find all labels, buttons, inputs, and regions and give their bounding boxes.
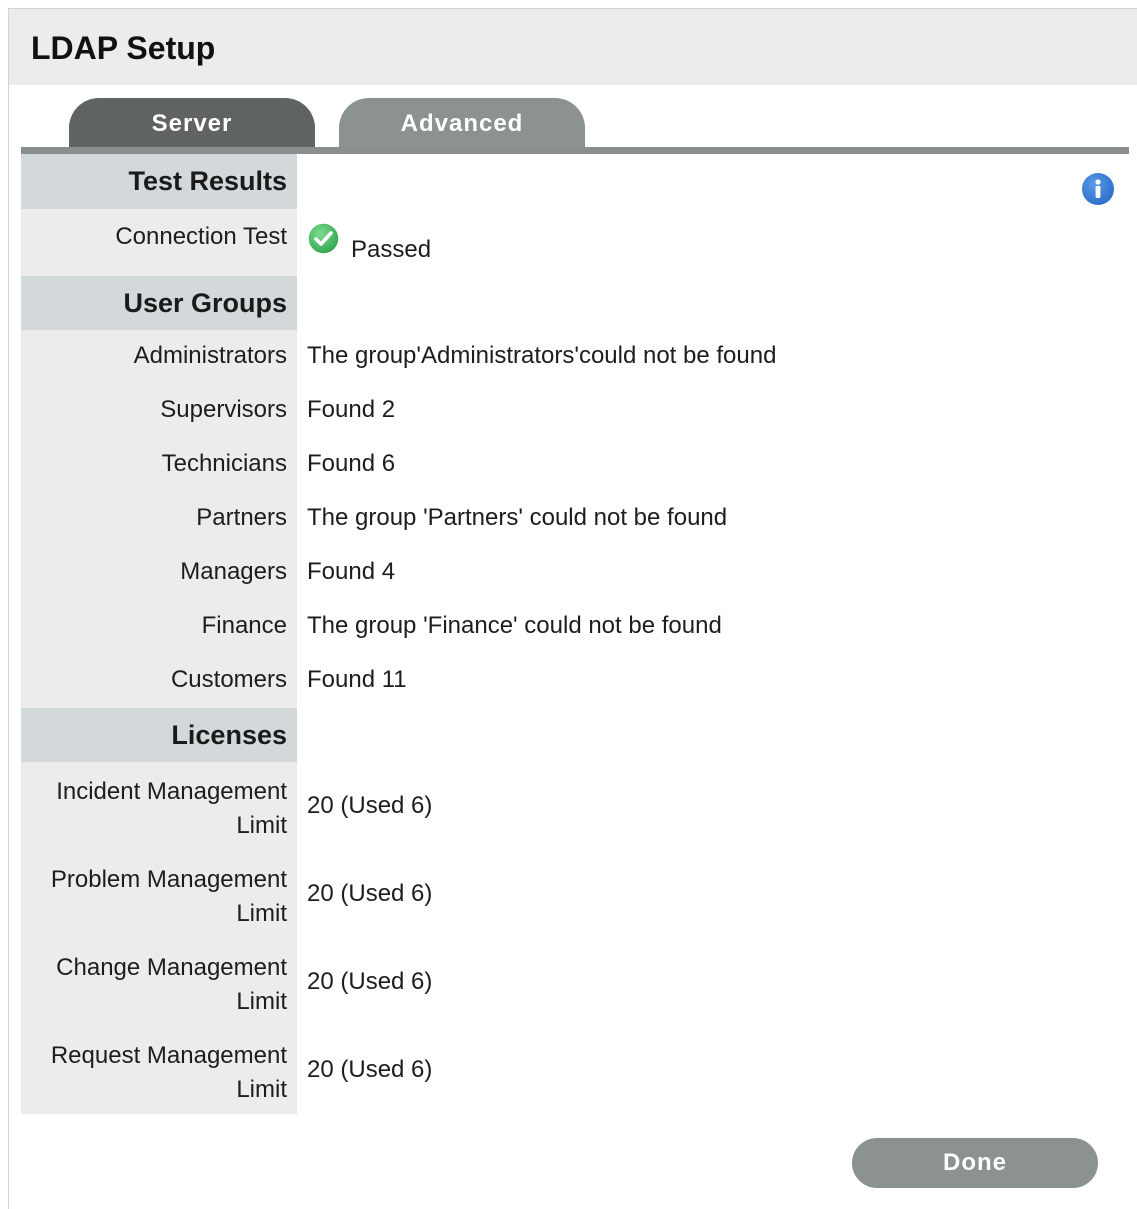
field-label-line: Limit: [236, 812, 287, 839]
field-label: Finance: [21, 600, 297, 654]
row-connection-test: Connection Test Passed: [21, 209, 1121, 276]
field-value: 20 (Used 6): [307, 792, 433, 819]
field-label: Administrators: [21, 330, 297, 384]
field-value: 20 (Used 6): [307, 880, 433, 907]
section-user-groups: User Groups: [21, 276, 1121, 330]
row-license-limit: Problem Management Limit 20 (Used 6): [21, 850, 1121, 938]
page-header: LDAP Setup: [9, 9, 1137, 85]
field-value: Found 4: [307, 558, 396, 585]
row-user-group: Technicians Found 6: [21, 438, 1121, 492]
field-value: 20 (Used 6): [307, 1056, 433, 1083]
section-test-results: Test Results: [21, 154, 1121, 209]
field-label: Supervisors: [21, 384, 297, 438]
field-label: Partners: [21, 492, 297, 546]
section-heading: Licenses: [21, 708, 297, 762]
field-label-line: Limit: [236, 900, 287, 927]
row-user-group: Partners The group 'Partners' could not …: [21, 492, 1121, 546]
field-label-line: Limit: [236, 1076, 287, 1103]
field-value: The group 'Partners' could not be found: [307, 504, 728, 531]
field-value: Found 2: [307, 396, 396, 423]
tab-advanced[interactable]: Advanced: [339, 98, 585, 148]
row-user-group: Administrators The group'Administrators'…: [21, 330, 1121, 384]
row-license-limit: Change Management Limit 20 (Used 6): [21, 938, 1121, 1026]
row-user-group: Managers Found 4: [21, 546, 1121, 600]
field-label-line: Incident Management: [56, 778, 287, 805]
row-user-group: Supervisors Found 2: [21, 384, 1121, 438]
done-button[interactable]: Done: [852, 1138, 1098, 1188]
page-title: LDAP Setup: [31, 30, 216, 66]
field-label: Incident Management Limit: [21, 762, 297, 850]
section-licenses: Licenses: [21, 708, 1121, 762]
field-label-line: Change Management: [56, 954, 287, 981]
field-label: Customers: [21, 654, 297, 708]
field-label-line: Limit: [236, 988, 287, 1015]
section-heading: Test Results: [21, 154, 297, 209]
section-heading: User Groups: [21, 276, 297, 330]
ldap-setup-panel: LDAP Setup Server Advanced Test Results …: [8, 8, 1137, 1209]
results-form: Test Results Connection Test Passed User…: [21, 154, 1121, 1114]
field-label: Change Management Limit: [21, 938, 297, 1026]
field-value: The group'Administrators'could not be fo…: [307, 342, 777, 369]
field-label: Managers: [21, 546, 297, 600]
field-label-line: Problem Management: [50, 866, 287, 893]
field-label-line: Request Management: [50, 1042, 287, 1069]
tab-underline: [21, 147, 1129, 154]
field-label: Request Management Limit: [21, 1026, 297, 1114]
field-value: Found 6: [307, 450, 396, 477]
field-value: The group 'Finance' could not be found: [307, 612, 722, 639]
connection-test-status: Passed: [307, 209, 1121, 276]
tab-server[interactable]: Server: [69, 98, 315, 148]
check-circle-icon: [307, 222, 340, 255]
row-license-limit: Incident Management Limit 20 (Used 6): [21, 762, 1121, 850]
field-label: Technicians: [21, 438, 297, 492]
field-label: Problem Management Limit: [21, 850, 297, 938]
row-license-limit: Request Management Limit 20 (Used 6): [21, 1026, 1121, 1114]
field-label: Connection Test: [21, 209, 297, 276]
field-value: Found 11: [307, 666, 407, 693]
row-user-group: Finance The group 'Finance' could not be…: [21, 600, 1121, 654]
field-value: 20 (Used 6): [307, 968, 433, 995]
row-user-group: Customers Found 11: [21, 654, 1121, 708]
status-text: Passed: [351, 236, 432, 263]
